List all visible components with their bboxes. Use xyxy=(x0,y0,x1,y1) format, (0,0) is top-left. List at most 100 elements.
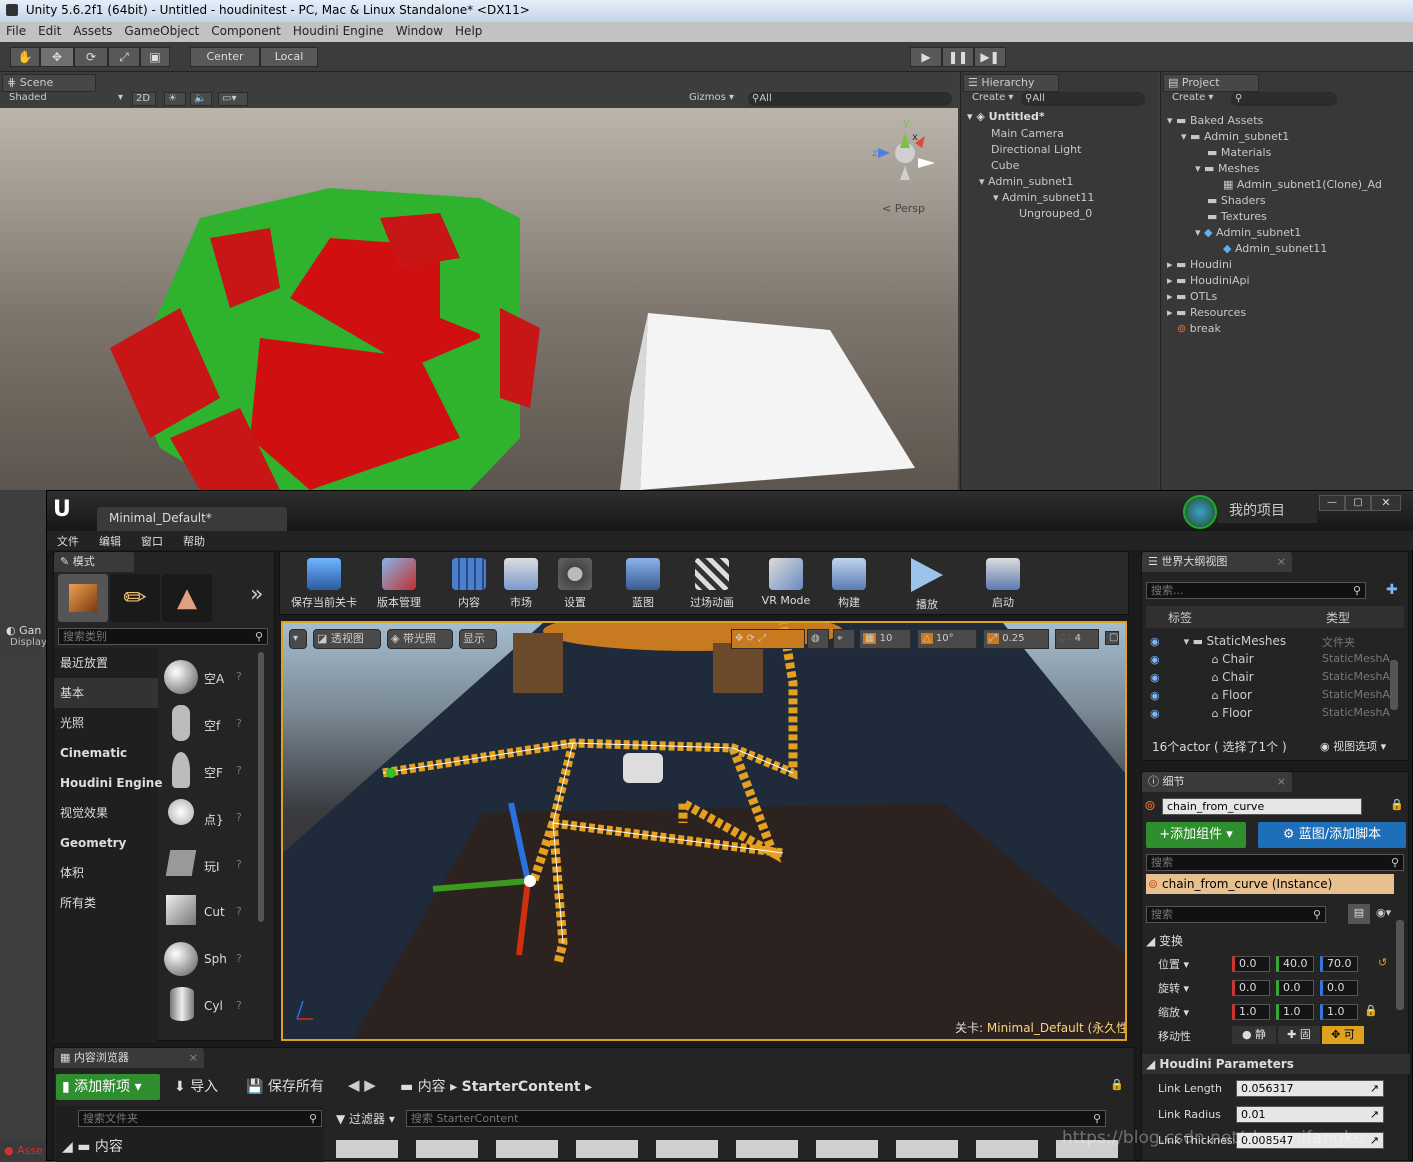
curve-start-point[interactable] xyxy=(386,768,396,778)
reset-location-icon[interactable]: ↺ xyxy=(1378,956,1387,969)
perspective-dropdown[interactable]: ◪ 透视图 xyxy=(313,629,381,649)
hierarchy-item[interactable]: Main Camera xyxy=(991,127,1064,140)
grid-snap[interactable]: ▦ 10 xyxy=(859,629,911,649)
mobility-movable[interactable]: ✥ 可 xyxy=(1322,1026,1364,1044)
actor-sphere[interactable]: Sph? xyxy=(164,938,254,982)
tab-modes[interactable]: ✎ 模式 xyxy=(54,552,134,572)
hierarchy-search-input[interactable]: ⚲All xyxy=(1021,92,1145,106)
menu-houdini-engine[interactable]: Houdini Engine xyxy=(287,22,390,40)
landscape-mode-icon[interactable]: ▲ xyxy=(162,574,212,622)
scale-tool-icon[interactable]: ⤢ xyxy=(108,47,140,67)
surface-snap-icon[interactable]: ⌖ xyxy=(833,629,855,649)
component-instance-row[interactable]: ⊚ chain_from_curve (Instance) xyxy=(1146,874,1394,894)
project-item[interactable]: ▾ ▬ Meshes xyxy=(1195,162,1259,175)
pivot-local-toggle[interactable]: Local xyxy=(260,47,318,67)
category-houdini-engine[interactable]: Houdini Engine xyxy=(54,768,163,798)
save-all-button[interactable]: 💾 保存所有 xyxy=(246,1076,324,1096)
col-type[interactable]: 类型 xyxy=(1326,609,1350,626)
game-tab-peek[interactable]: ◐ Gan Display xyxy=(0,620,47,656)
ue-menu-help[interactable]: 帮助 xyxy=(173,531,215,551)
project-item[interactable]: ▾ ▬ Admin_subnet1 xyxy=(1181,130,1289,143)
blueprint-script-button[interactable]: ⚙ 蓝图/添加脚本 xyxy=(1258,822,1406,848)
tab-project[interactable]: ▤ Project xyxy=(1163,74,1259,92)
rotation-label[interactable]: 旋转 ▾ xyxy=(1158,980,1189,996)
blueprints-button[interactable]: 蓝图 xyxy=(614,556,672,612)
show-dropdown[interactable]: 显示 xyxy=(459,629,497,649)
menu-gameobject[interactable]: GameObject xyxy=(118,22,205,40)
actor-cube[interactable]: Cut? xyxy=(164,891,254,935)
audio-toggle-icon[interactable]: 🔈 xyxy=(190,92,212,106)
viewport-options-dropdown[interactable]: ▾ xyxy=(289,629,307,649)
actor-point-light[interactable]: 点}? xyxy=(164,797,254,841)
component-search-input[interactable]: 搜索 ⚲ xyxy=(1146,854,1404,871)
hierarchy-item[interactable]: ▾ Admin_subnet1 xyxy=(979,175,1073,188)
project-item[interactable]: ▸ ▬ Resources xyxy=(1167,306,1246,319)
pivot-center-toggle[interactable]: Center xyxy=(190,47,260,67)
rotate-tool-icon[interactable]: ⟳ xyxy=(74,47,108,67)
rotation-x[interactable]: 0.0 xyxy=(1232,980,1270,996)
project-item[interactable]: ▾ ◆ Admin_subnet1 xyxy=(1195,226,1301,239)
mobility-stationary[interactable]: ✚ 固 xyxy=(1278,1026,1320,1044)
project-item[interactable]: ▬ Shaders xyxy=(1207,194,1266,207)
vr-mode-button[interactable]: VR Mode xyxy=(754,556,818,612)
hierarchy-create-button[interactable]: Create ▾ xyxy=(969,92,1017,106)
scale-lock-icon[interactable]: 🔒 xyxy=(1364,1004,1378,1017)
tab-scene[interactable]: ⋕ Scene xyxy=(2,74,96,92)
category-volumes[interactable]: 体积 xyxy=(54,858,158,888)
history-nav[interactable]: ◀ ▶ xyxy=(348,1076,376,1094)
scale-snap[interactable]: ⤢ 0.25 xyxy=(983,629,1049,649)
console-status[interactable]: ● Asse xyxy=(0,1141,46,1161)
project-search-input[interactable]: ⚲ xyxy=(1231,92,1337,106)
rotation-z[interactable]: 0.0 xyxy=(1320,980,1358,996)
menu-component[interactable]: Component xyxy=(205,22,287,40)
source-control-icon[interactable] xyxy=(1183,495,1217,529)
actor-cylinder[interactable]: Cyl? xyxy=(164,985,254,1029)
outliner-search-input[interactable]: 搜索... ⚲ xyxy=(1146,582,1366,599)
lock-icon[interactable]: 🔒 xyxy=(1110,1078,1124,1091)
category-recent[interactable]: 最近放置 xyxy=(54,648,158,678)
more-modes-icon[interactable]: » xyxy=(250,582,263,607)
add-component-button[interactable]: +添加组件 ▾ xyxy=(1146,822,1246,848)
details-scrollbar[interactable] xyxy=(1396,920,1404,1010)
settings-button[interactable]: 设置 xyxy=(546,556,604,612)
modes-scrollbar[interactable] xyxy=(258,652,264,922)
scale-x[interactable]: 1.0 xyxy=(1232,1004,1270,1020)
menu-assets[interactable]: Assets xyxy=(67,22,118,40)
play-button[interactable]: ▶ xyxy=(910,47,942,67)
category-lights[interactable]: 光照 xyxy=(54,708,158,738)
project-item[interactable]: ▾ ▬ Baked Assets xyxy=(1167,114,1263,127)
launch-button[interactable]: 启动 xyxy=(974,556,1032,612)
category-all-classes[interactable]: 所有类 xyxy=(54,888,158,918)
project-item[interactable]: ⊚ break xyxy=(1177,322,1221,335)
minimize-button[interactable]: — xyxy=(1319,495,1345,511)
tab-world-outliner[interactable]: ☰ 世界大纲视图 × xyxy=(1142,552,1292,572)
outliner-row[interactable]: ◉ ⌂ Chair StaticMeshA xyxy=(1150,670,1406,684)
scale-z[interactable]: 1.0 xyxy=(1320,1004,1358,1020)
scene-viewport[interactable]: y x z < Persp xyxy=(0,108,958,490)
outliner-row[interactable]: ◉ ▾ ▬ StaticMeshes 文件夹 xyxy=(1150,634,1406,649)
add-new-button[interactable]: ▮ 添加新项 ▾ xyxy=(56,1074,160,1100)
actor-empty-actor[interactable]: 空A? xyxy=(164,656,254,700)
project-item[interactable]: ▬ Materials xyxy=(1207,146,1271,159)
transform-section[interactable]: ◢ 变换 xyxy=(1146,932,1183,949)
project-create-button[interactable]: Create ▾ xyxy=(1169,92,1217,106)
hierarchy-item[interactable]: Directional Light xyxy=(991,143,1081,156)
hierarchy-item[interactable]: ▾ Admin_subnet11 xyxy=(993,191,1094,204)
hierarchy-item[interactable]: Ungrouped_0 xyxy=(1019,207,1092,220)
outliner-scrollbar[interactable] xyxy=(1390,660,1398,710)
actor-empty-pawn[interactable]: 空F? xyxy=(164,750,254,794)
pause-button[interactable]: ❚❚ xyxy=(942,47,974,67)
orientation-gizmo[interactable] xyxy=(878,133,935,180)
modes-search-input[interactable]: 搜索类别 ⚲ xyxy=(58,628,268,645)
ue-menu-edit[interactable]: 编辑 xyxy=(89,531,131,551)
gizmo-center[interactable] xyxy=(524,875,536,887)
hand-tool-icon[interactable]: ✋ xyxy=(10,47,40,67)
category-cinematic[interactable]: Cinematic xyxy=(54,738,158,768)
link-length-input[interactable]: 0.056317 ↗ xyxy=(1236,1080,1384,1097)
marketplace-button[interactable]: 市场 xyxy=(492,556,550,612)
houdini-parameters-section[interactable]: ◢ Houdini Parameters xyxy=(1142,1054,1410,1074)
shading-mode-dropdown[interactable]: Shaded ▾ xyxy=(6,92,126,106)
outliner-row[interactable]: ◉ ⌂ Chair StaticMeshA xyxy=(1150,652,1406,666)
lit-dropdown[interactable]: ◈ 带光照 xyxy=(387,629,453,649)
project-item[interactable]: ▦ Admin_subnet1(Clone)_Ad xyxy=(1223,178,1382,191)
